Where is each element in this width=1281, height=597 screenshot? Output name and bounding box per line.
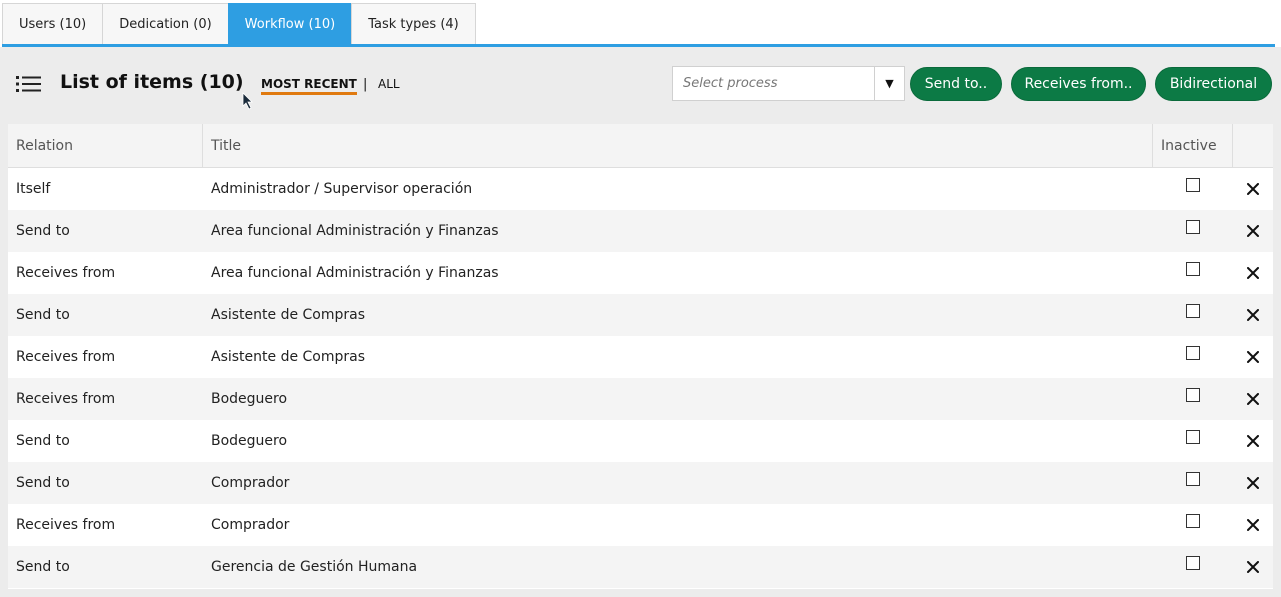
table-row: Send to Comprador: [8, 462, 1273, 504]
receives-from-button[interactable]: Receives from..: [1011, 67, 1146, 101]
inactive-cell: [1153, 210, 1233, 252]
inactive-cell: [1153, 294, 1233, 336]
table-row: Send to Asistente de Compras: [8, 294, 1273, 336]
table-row: Receives from Area funcional Administrac…: [8, 252, 1273, 294]
close-icon[interactable]: [1247, 183, 1259, 195]
column-header-inactive[interactable]: Inactive: [1153, 124, 1233, 167]
bidirectional-button[interactable]: Bidirectional: [1155, 67, 1272, 101]
close-icon[interactable]: [1247, 267, 1259, 279]
table-row: Send to Gerencia de Gestión Humana: [8, 546, 1273, 588]
inactive-cell: [1153, 336, 1233, 378]
page-title: List of items (10): [60, 71, 244, 93]
title-cell: Comprador: [211, 517, 290, 533]
close-icon[interactable]: [1247, 477, 1259, 489]
delete-cell: [1233, 504, 1273, 546]
title-cell: Area funcional Administración y Finanzas: [211, 223, 499, 239]
title-cell: Comprador: [211, 475, 290, 491]
title-cell: Bodeguero: [211, 391, 288, 407]
table-row: Send to Area funcional Administración y …: [8, 210, 1273, 252]
title-cell: Asistente de Compras: [211, 307, 366, 323]
filter-all[interactable]: ALL: [378, 77, 400, 91]
delete-cell: [1233, 546, 1273, 588]
delete-cell: [1233, 294, 1273, 336]
title-cell: Administrador / Supervisor operación: [211, 181, 473, 197]
table-row: Send to Bodeguero: [8, 420, 1273, 462]
inactive-checkbox[interactable]: [1186, 430, 1200, 444]
column-header-actions: [1233, 124, 1273, 167]
tabs: Users (10) Dedication (0) Workflow (10) …: [2, 3, 476, 45]
relation-cell: Receives from: [16, 265, 116, 281]
inactive-cell: [1153, 546, 1233, 588]
inactive-cell: [1153, 168, 1233, 210]
tab-workflow[interactable]: Workflow (10): [227, 3, 353, 45]
send-to-button[interactable]: Send to..: [910, 67, 1002, 101]
delete-cell: [1233, 420, 1273, 462]
inactive-checkbox[interactable]: [1186, 262, 1200, 276]
close-icon[interactable]: [1247, 561, 1259, 573]
relation-cell: Receives from: [16, 517, 116, 533]
mouse-pointer-icon: [242, 92, 253, 110]
title-cell: Asistente de Compras: [211, 349, 366, 365]
tab-users[interactable]: Users (10): [2, 3, 104, 45]
items-table: Relation Title Inactive Itself Administr…: [8, 124, 1273, 589]
inactive-cell: [1153, 420, 1233, 462]
table-row: Receives from Asistente de Compras: [8, 336, 1273, 378]
delete-cell: [1233, 210, 1273, 252]
relation-cell: Send to: [16, 559, 70, 575]
relation-cell: Send to: [16, 223, 70, 239]
process-select-input[interactable]: [673, 67, 874, 100]
title-cell: Area funcional Administración y Finanzas: [211, 265, 499, 281]
inactive-checkbox[interactable]: [1186, 472, 1200, 486]
inactive-cell: [1153, 378, 1233, 420]
filter-separator: |: [363, 77, 368, 92]
close-icon[interactable]: [1247, 393, 1259, 405]
relation-cell: Send to: [16, 475, 70, 491]
title-cell: Bodeguero: [211, 433, 288, 449]
close-icon[interactable]: [1247, 519, 1259, 531]
inactive-checkbox[interactable]: [1186, 346, 1200, 360]
close-icon[interactable]: [1247, 435, 1259, 447]
delete-cell: [1233, 252, 1273, 294]
table-row: Receives from Comprador: [8, 504, 1273, 546]
table-row: Receives from Bodeguero: [8, 378, 1273, 420]
close-icon[interactable]: [1247, 225, 1259, 237]
inactive-checkbox[interactable]: [1186, 220, 1200, 234]
delete-cell: [1233, 378, 1273, 420]
delete-cell: [1233, 462, 1273, 504]
inactive-checkbox[interactable]: [1186, 178, 1200, 192]
inactive-cell: [1153, 504, 1233, 546]
column-header-title[interactable]: Title: [203, 124, 1153, 167]
table-body: Itself Administrador / Supervisor operac…: [8, 168, 1273, 588]
close-icon[interactable]: [1247, 309, 1259, 321]
column-header-relation[interactable]: Relation: [8, 124, 203, 167]
chevron-down-icon[interactable]: ▼: [874, 67, 904, 100]
tab-dedication[interactable]: Dedication (0): [102, 3, 229, 45]
process-select[interactable]: ▼: [672, 66, 905, 101]
tab-bar: Users (10) Dedication (0) Workflow (10) …: [0, 0, 1281, 47]
relation-cell: Send to: [16, 433, 70, 449]
inactive-checkbox[interactable]: [1186, 304, 1200, 318]
inactive-cell: [1153, 252, 1233, 294]
delete-cell: [1233, 168, 1273, 210]
table-row: Itself Administrador / Supervisor operac…: [8, 168, 1273, 210]
table-header: Relation Title Inactive: [8, 124, 1273, 168]
close-icon[interactable]: [1247, 351, 1259, 363]
relation-cell: Send to: [16, 307, 70, 323]
inactive-checkbox[interactable]: [1186, 556, 1200, 570]
inactive-checkbox[interactable]: [1186, 388, 1200, 402]
relation-cell: Itself: [16, 181, 51, 197]
relation-cell: Receives from: [16, 349, 116, 365]
list-icon: [16, 76, 41, 92]
relation-cell: Receives from: [16, 391, 116, 407]
tab-underline: [2, 44, 1275, 47]
inactive-checkbox[interactable]: [1186, 514, 1200, 528]
title-cell: Gerencia de Gestión Humana: [211, 559, 418, 575]
inactive-cell: [1153, 462, 1233, 504]
tab-task-types[interactable]: Task types (4): [351, 3, 476, 45]
delete-cell: [1233, 336, 1273, 378]
filter-most-recent[interactable]: MOST RECENT: [261, 77, 357, 95]
